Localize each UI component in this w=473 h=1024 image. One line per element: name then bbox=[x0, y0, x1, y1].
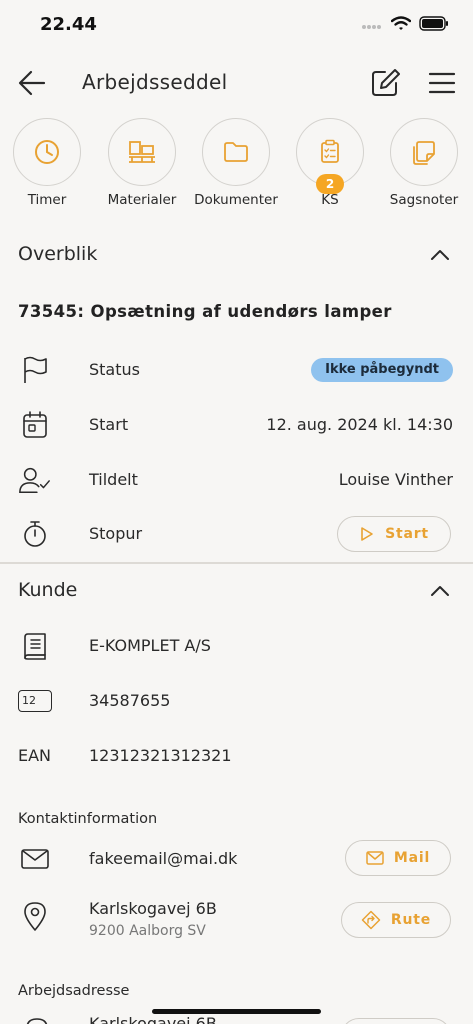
assigned-label: Tildelt bbox=[89, 470, 138, 489]
section-divider bbox=[0, 562, 473, 564]
quick-action-circle: 2 bbox=[296, 118, 364, 194]
status-badge: Ikke påbegyndt bbox=[311, 358, 453, 382]
ean-value: 12312321312321 bbox=[89, 746, 232, 765]
route-button[interactable]: Rute bbox=[341, 902, 451, 938]
wifi-icon bbox=[391, 16, 411, 30]
quick-action-label: Sagsnoter bbox=[389, 192, 459, 208]
folder-icon bbox=[224, 142, 248, 162]
menu-button[interactable] bbox=[426, 68, 458, 98]
quick-action-dokumenter[interactable]: Dokumenter bbox=[188, 118, 284, 208]
customer-name-row: E-KOMPLET A/S bbox=[0, 623, 473, 669]
home-indicator[interactable] bbox=[152, 1009, 321, 1014]
mail-icon bbox=[366, 851, 384, 865]
email-value[interactable]: fakeemail@mai.dk bbox=[89, 849, 237, 868]
quick-action-ks[interactable]: 2 KS bbox=[282, 118, 378, 208]
status-label: Status bbox=[89, 360, 140, 379]
work-address-line1: Karlskogavej 6B bbox=[89, 1014, 217, 1024]
assigned-row: Tildelt Louise Vinther bbox=[0, 457, 473, 503]
address-line2: 9200 Aalborg SV bbox=[89, 923, 206, 939]
section-heading-customer: Kunde bbox=[18, 579, 78, 601]
calendar-icon-wrap bbox=[18, 409, 52, 441]
arrow-left-icon bbox=[18, 70, 46, 96]
section-heading-overview: Overblik bbox=[18, 243, 98, 265]
hamburger-icon bbox=[428, 72, 456, 94]
chevron-up-icon[interactable] bbox=[429, 248, 451, 262]
quick-action-circle bbox=[390, 118, 458, 186]
work-address-heading: Arbejdsadresse bbox=[18, 983, 130, 999]
quick-action-circle bbox=[13, 118, 81, 186]
mail-button-label: Mail bbox=[393, 850, 431, 866]
battery-icon bbox=[419, 16, 448, 31]
envelope-icon-wrap bbox=[18, 843, 52, 875]
envelope-icon bbox=[21, 849, 49, 869]
stopwatch-icon bbox=[24, 521, 46, 547]
clipboard-icon bbox=[321, 139, 339, 163]
calendar-icon bbox=[23, 411, 47, 438]
location-pin-icon bbox=[24, 902, 46, 931]
start-value: 12. aug. 2024 kl. 14:30 bbox=[266, 415, 453, 434]
cvr-row: 12 34587655 bbox=[0, 678, 473, 724]
quick-action-label: Dokumenter bbox=[194, 192, 278, 208]
book-icon bbox=[24, 633, 46, 660]
page-title: Arbejdsseddel bbox=[82, 70, 228, 94]
flag-icon bbox=[24, 356, 47, 383]
quick-actions: Timer Materialer Dokumenter 2 KS Sagsnot… bbox=[0, 118, 473, 218]
back-button[interactable] bbox=[16, 68, 48, 98]
user-check-icon-wrap bbox=[18, 464, 52, 496]
edit-button[interactable] bbox=[368, 66, 402, 100]
quick-action-circle bbox=[202, 118, 270, 186]
stopwatch-start-label: Start bbox=[385, 526, 429, 542]
book-icon-wrap bbox=[18, 630, 52, 662]
edit-icon bbox=[372, 69, 400, 96]
quick-action-label: KS bbox=[321, 192, 339, 208]
work-address-route-button[interactable] bbox=[341, 1018, 451, 1024]
stopwatch-start-button[interactable]: Start bbox=[337, 516, 451, 552]
chevron-up-icon[interactable] bbox=[429, 584, 451, 598]
clock-icon bbox=[35, 140, 59, 164]
status-row: Status Ikke påbegyndt bbox=[0, 347, 473, 393]
status-icons bbox=[361, 16, 449, 31]
stopwatch-label: Stopur bbox=[89, 524, 143, 543]
notes-icon bbox=[413, 141, 435, 165]
customer-name: E-KOMPLET A/S bbox=[89, 636, 211, 655]
quick-action-timer[interactable]: Timer bbox=[0, 118, 95, 208]
play-icon bbox=[361, 527, 373, 541]
quick-action-circle bbox=[108, 118, 176, 186]
status-bar: 22.44 bbox=[0, 0, 473, 50]
app-bar: Arbejdsseddel bbox=[0, 60, 473, 106]
signal-icon bbox=[362, 24, 381, 29]
number-badge-text: 12 bbox=[22, 694, 36, 707]
start-label: Start bbox=[89, 415, 129, 434]
job-title: 73545: Opsætning af udendørs lamper bbox=[18, 302, 392, 321]
contact-heading: Kontaktinformation bbox=[18, 811, 158, 827]
number-badge-icon: 12 bbox=[18, 690, 52, 712]
number-badge-icon-wrap: 12 bbox=[18, 685, 52, 717]
address-line1: Karlskogavej 6B bbox=[89, 899, 217, 918]
user-check-icon bbox=[19, 467, 50, 494]
flag-icon-wrap bbox=[18, 354, 52, 386]
mail-button[interactable]: Mail bbox=[345, 840, 451, 876]
ean-label: EAN bbox=[18, 746, 52, 765]
location-pin-icon-wrap bbox=[18, 900, 52, 932]
location-pin-icon bbox=[26, 1018, 48, 1024]
stopwatch-icon-wrap bbox=[18, 518, 52, 550]
route-button-label: Rute bbox=[390, 912, 432, 928]
quick-action-materialer[interactable]: Materialer bbox=[94, 118, 190, 208]
pallet-icon bbox=[129, 141, 155, 163]
quick-action-sagsnoter[interactable]: Sagsnoter bbox=[376, 118, 472, 208]
route-icon bbox=[361, 910, 381, 930]
ks-count-badge: 2 bbox=[316, 174, 344, 194]
quick-action-label: Materialer bbox=[107, 192, 177, 208]
cvr-value: 34587655 bbox=[89, 691, 171, 710]
start-row: Start 12. aug. 2024 kl. 14:30 bbox=[0, 402, 473, 448]
status-time: 22.44 bbox=[40, 14, 97, 35]
assigned-value: Louise Vinther bbox=[338, 470, 453, 489]
quick-action-label: Timer bbox=[27, 192, 67, 208]
